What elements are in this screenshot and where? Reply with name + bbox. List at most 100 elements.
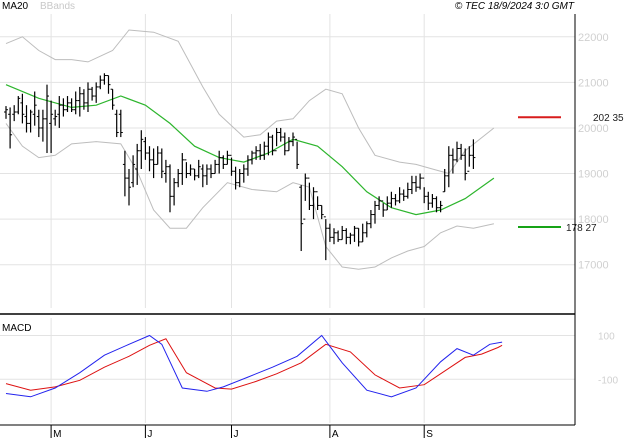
ohlc-bar [77, 86, 82, 117]
macd-gridlines [0, 318, 575, 423]
ohlc-bar [303, 173, 308, 220]
ohlc-bar [270, 134, 275, 156]
copyright-timestamp: © TEC 18/9/2024 3:0 GMT [455, 1, 575, 12]
macd-panel: 100 -100 MACD [0, 318, 618, 423]
price-tick-label: 22000 [578, 32, 609, 44]
ohlc-bar [332, 228, 336, 245]
ohlc-bar [389, 191, 394, 208]
price-tick-label: 19000 [578, 169, 609, 181]
ohlc-bar [49, 100, 54, 154]
ohlc-bar [16, 96, 21, 115]
ohlc-bar [209, 164, 213, 179]
ohlc-bar [192, 168, 197, 181]
price-tick-label: 21000 [578, 77, 609, 89]
ohlc-bar [94, 82, 99, 103]
ohlc-bar [426, 191, 431, 210]
ohlc-bar [352, 225, 357, 242]
macd-title: MACD [2, 323, 31, 334]
ohlc-bar [245, 155, 250, 176]
ohlc-bar [393, 194, 398, 206]
ohlc-bar [163, 159, 168, 183]
ohlc-bar [311, 187, 316, 220]
ohlc-bar [131, 155, 136, 188]
ohlc-bar [430, 194, 435, 208]
ohlc-bar [225, 150, 230, 165]
ohlc-bar [258, 143, 263, 160]
ma20-line [5, 84, 495, 216]
x-axis-month-ticks: MJJAS [50, 425, 433, 440]
macd-line [5, 334, 503, 398]
ohlc-bar [28, 109, 33, 133]
ohlc-bar [20, 93, 25, 124]
ohlc-bar [53, 109, 58, 126]
price-gridlines [0, 14, 575, 308]
ohlc-bar [323, 216, 328, 261]
ohlc-bar [385, 196, 390, 211]
ohlc-bar [4, 106, 8, 119]
price-axis-tick-labels: 170001800019000200002100022000 [578, 32, 609, 272]
ohlc-bar [180, 153, 185, 185]
ohlc-bar [356, 227, 361, 247]
ohlc-bar [286, 137, 291, 152]
ohlc-bar [57, 96, 62, 128]
ohlc-bar [196, 159, 201, 179]
macd-axis-tick-labels: 100 -100 [598, 332, 618, 387]
ohlc-bar [135, 143, 140, 185]
ohlc-bar [114, 109, 119, 138]
ohlc-bar [233, 166, 238, 190]
month-tick-label: J [234, 429, 239, 440]
month-tick-label: A [332, 429, 339, 440]
ohlc-bar [172, 178, 177, 206]
ohlc-bar [106, 75, 111, 94]
ohlc-bar [61, 98, 66, 117]
resistance-label: 202 35 [593, 113, 624, 124]
ohlc-bar [336, 230, 341, 242]
ohlc-bar [36, 109, 41, 138]
ohlc-bar [278, 127, 283, 142]
ohlc-bar [86, 82, 90, 112]
ohlc-bar [418, 173, 423, 190]
ohlc-bar [360, 223, 365, 243]
ohlc-bar [147, 146, 152, 172]
ohlc-bar [364, 221, 369, 238]
ohlc-bar [65, 96, 70, 112]
ohlc-bar [282, 132, 287, 156]
support-label: 178 27 [566, 223, 597, 234]
month-tick-label: J [147, 429, 152, 440]
ohlc-bar [102, 73, 107, 85]
ohlc-bar [471, 139, 476, 169]
ohlc-bar [414, 175, 418, 192]
macd-tick-label: 100 [598, 332, 615, 343]
ohlc-bar [348, 232, 353, 245]
ohlc-bar [459, 143, 464, 160]
ohlc-bar [168, 164, 172, 213]
ohlc-bar [373, 200, 377, 224]
ohlc-bar [204, 164, 209, 185]
ohlc-bar [40, 109, 45, 142]
ohlc-bar [237, 168, 242, 188]
ohlc-bar [299, 184, 304, 252]
macd-signal-line [5, 338, 503, 391]
ohlc-bar [250, 150, 254, 165]
bbands-upper-line [5, 29, 495, 175]
ohlc-bar [45, 84, 49, 154]
price-panel: 170001800019000200002100022000 202 35178… [0, 14, 624, 308]
price-tick-label: 17000 [578, 260, 609, 272]
ohlc-bar [467, 146, 472, 172]
bbands-legend-label: BBands [40, 1, 75, 12]
ohlc-bar [12, 105, 17, 122]
ohlc-bar [340, 225, 345, 241]
ohlc-bar [397, 187, 402, 204]
ohlc-bar [327, 223, 332, 242]
ohlc-bar [118, 109, 123, 138]
ohlc-bar [344, 228, 349, 245]
chart-canvas: MA20 BBands © TEC 18/9/2024 3:0 GMT 1700… [0, 1, 624, 440]
month-tick-label: M [53, 429, 61, 440]
ohlc-bar [90, 86, 95, 101]
ohlc-bar [213, 159, 218, 175]
ohlc-bar [315, 191, 320, 210]
ohlc-bar [200, 164, 205, 188]
ohlc-bar [184, 159, 189, 179]
ohlc-bar [229, 154, 234, 176]
ohlc-bar [446, 146, 451, 188]
